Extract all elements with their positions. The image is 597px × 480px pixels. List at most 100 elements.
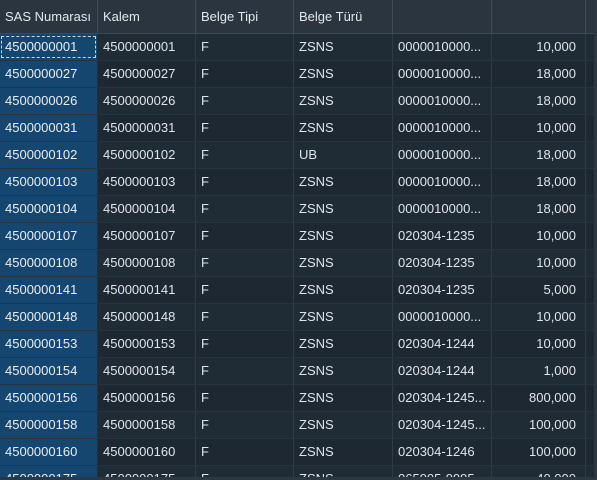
table-cell[interactable]: ZSNS bbox=[294, 223, 393, 249]
table-cell[interactable]: ZSNS bbox=[294, 277, 393, 303]
table-cell[interactable]: 4500000141 bbox=[0, 277, 98, 303]
table-cell[interactable]: F bbox=[196, 250, 294, 276]
table-row[interactable]: 4500000153 4500000153 F ZSNS 020304-1244 10,0… bbox=[0, 331, 597, 358]
column-header-5[interactable] bbox=[393, 0, 492, 33]
table-cell[interactable]: ZSNS bbox=[294, 88, 393, 114]
table-cell[interactable]: 4500000153 bbox=[0, 331, 98, 357]
table-cell[interactable]: 0000010000... bbox=[393, 61, 492, 87]
table-cell[interactable]: ZSNS bbox=[294, 196, 393, 222]
table-row[interactable]: 4500000026 4500000026 F ZSNS 0000010000... 18… bbox=[0, 88, 597, 115]
column-header-kalem[interactable]: Kalem bbox=[98, 0, 196, 33]
table-cell[interactable]: 4500000103 bbox=[98, 169, 196, 195]
table-cell[interactable]: 4500000103 bbox=[0, 169, 98, 195]
table-cell[interactable]: 4500000027 bbox=[98, 61, 196, 87]
table-cell[interactable]: 4500000148 bbox=[98, 304, 196, 330]
table-cell[interactable]: 18,000 bbox=[492, 169, 586, 195]
table-cell[interactable]: 10,000 bbox=[492, 115, 586, 141]
table-cell[interactable]: F bbox=[196, 277, 294, 303]
table-cell[interactable]: F bbox=[196, 412, 294, 438]
table-row[interactable]: 4500000031 4500000031 F ZSNS 0000010000... 10… bbox=[0, 115, 597, 142]
table-cell[interactable]: ZSNS bbox=[294, 412, 393, 438]
table-cell[interactable]: 4500000001 bbox=[0, 34, 98, 60]
table-cell[interactable]: 10,000 bbox=[492, 304, 586, 330]
table-cell[interactable]: 4500000026 bbox=[0, 88, 98, 114]
table-cell[interactable]: 0000010000... bbox=[393, 88, 492, 114]
table-cell[interactable]: 1,000 bbox=[492, 358, 586, 384]
column-header-sas-numarasi[interactable]: SAS Numarası bbox=[0, 0, 98, 33]
table-row[interactable]: 4500000001 4500000001 F ZSNS 0000010000... 10… bbox=[0, 34, 597, 61]
table-row[interactable]: 4500000103 4500000103 F ZSNS 0000010000... 18… bbox=[0, 169, 597, 196]
table-cell[interactable]: 4500000148 bbox=[0, 304, 98, 330]
table-row[interactable]: 4500000154 4500000154 F ZSNS 020304-1244 1,00… bbox=[0, 358, 597, 385]
table-row[interactable]: 4500000107 4500000107 F ZSNS 020304-1235 10,0… bbox=[0, 223, 597, 250]
table-cell[interactable]: F bbox=[196, 439, 294, 465]
table-cell[interactable]: 4500000156 bbox=[0, 385, 98, 411]
table-cell[interactable]: 0000010000... bbox=[393, 304, 492, 330]
table-cell[interactable]: 800,000 bbox=[492, 385, 586, 411]
table-cell[interactable]: 4500000156 bbox=[98, 385, 196, 411]
table-row[interactable]: 4500000108 4500000108 F ZSNS 020304-1235 10,0… bbox=[0, 250, 597, 277]
table-cell[interactable]: ZSNS bbox=[294, 169, 393, 195]
table-cell[interactable]: 4500000154 bbox=[0, 358, 98, 384]
table-row[interactable]: 4500000141 4500000141 F ZSNS 020304-1235 5,00… bbox=[0, 277, 597, 304]
table-cell[interactable]: 5,000 bbox=[492, 277, 586, 303]
table-cell[interactable]: F bbox=[196, 385, 294, 411]
table-cell[interactable]: 4500000154 bbox=[98, 358, 196, 384]
column-header-belge-tipi[interactable]: Belge Tipi bbox=[196, 0, 294, 33]
table-row[interactable]: 4500000160 4500000160 F ZSNS 020304-1246 100,… bbox=[0, 439, 597, 466]
table-cell[interactable]: 100,000 bbox=[492, 439, 586, 465]
table-cell[interactable]: 100,000 bbox=[492, 412, 586, 438]
table-cell[interactable]: 020304-1235 bbox=[393, 223, 492, 249]
table-row[interactable]: 4500000158 4500000158 F ZSNS 020304-1245... 1… bbox=[0, 412, 597, 439]
table-cell[interactable]: ZSNS bbox=[294, 250, 393, 276]
table-cell[interactable]: F bbox=[196, 115, 294, 141]
table-cell[interactable]: UB bbox=[294, 142, 393, 168]
table-cell[interactable]: ZSNS bbox=[294, 385, 393, 411]
table-cell[interactable]: 4500000160 bbox=[98, 439, 196, 465]
table-cell[interactable]: 4500000031 bbox=[0, 115, 98, 141]
table-cell[interactable]: 4500000141 bbox=[98, 277, 196, 303]
table-cell[interactable]: 4500000102 bbox=[98, 142, 196, 168]
table-cell[interactable]: F bbox=[196, 61, 294, 87]
data-grid[interactable]: SAS Numarası Kalem Belge Tipi Belge Türü… bbox=[0, 0, 597, 480]
table-cell[interactable]: ZSNS bbox=[294, 304, 393, 330]
table-cell[interactable]: 10,000 bbox=[492, 250, 586, 276]
table-cell[interactable]: 18,000 bbox=[492, 61, 586, 87]
table-cell[interactable]: ZSNS bbox=[294, 358, 393, 384]
table-cell[interactable]: F bbox=[196, 304, 294, 330]
table-cell[interactable]: 18,000 bbox=[492, 142, 586, 168]
table-cell[interactable]: 4500000107 bbox=[98, 223, 196, 249]
table-cell[interactable]: 020304-1245... bbox=[393, 412, 492, 438]
table-cell[interactable]: 020304-1245... bbox=[393, 385, 492, 411]
table-cell[interactable]: F bbox=[196, 142, 294, 168]
table-cell[interactable]: ZSNS bbox=[294, 115, 393, 141]
table-cell[interactable]: 0000010000... bbox=[393, 169, 492, 195]
table-cell[interactable]: 0000010000... bbox=[393, 142, 492, 168]
table-cell[interactable]: 4500000104 bbox=[98, 196, 196, 222]
table-cell[interactable]: 4500000031 bbox=[98, 115, 196, 141]
table-cell[interactable]: 020304-1235 bbox=[393, 250, 492, 276]
table-cell[interactable]: 4500000108 bbox=[98, 250, 196, 276]
column-header-6[interactable] bbox=[492, 0, 586, 33]
table-row[interactable]: 4500000148 4500000148 F ZSNS 0000010000... 10… bbox=[0, 304, 597, 331]
table-cell[interactable]: 020304-1244 bbox=[393, 331, 492, 357]
table-cell[interactable]: F bbox=[196, 331, 294, 357]
table-cell[interactable]: 4500000108 bbox=[0, 250, 98, 276]
table-cell[interactable]: 10,000 bbox=[492, 223, 586, 249]
table-cell[interactable]: F bbox=[196, 196, 294, 222]
table-cell[interactable]: F bbox=[196, 88, 294, 114]
table-cell[interactable]: 4500000102 bbox=[0, 142, 98, 168]
table-cell[interactable]: 4500000158 bbox=[0, 412, 98, 438]
table-cell[interactable]: 0000010000... bbox=[393, 196, 492, 222]
table-cell[interactable]: F bbox=[196, 169, 294, 195]
table-row[interactable]: 4500000102 4500000102 F UB 0000010000... 18,0… bbox=[0, 142, 597, 169]
table-cell[interactable]: 4500000104 bbox=[0, 196, 98, 222]
table-cell[interactable]: 4500000107 bbox=[0, 223, 98, 249]
table-cell[interactable]: 4500000160 bbox=[0, 439, 98, 465]
table-cell[interactable]: 10,000 bbox=[492, 331, 586, 357]
table-cell[interactable]: ZSNS bbox=[294, 34, 393, 60]
table-cell[interactable]: 4500000001 bbox=[98, 34, 196, 60]
table-cell[interactable]: 020304-1244 bbox=[393, 358, 492, 384]
table-cell[interactable]: 4500000158 bbox=[98, 412, 196, 438]
table-cell[interactable]: ZSNS bbox=[294, 439, 393, 465]
